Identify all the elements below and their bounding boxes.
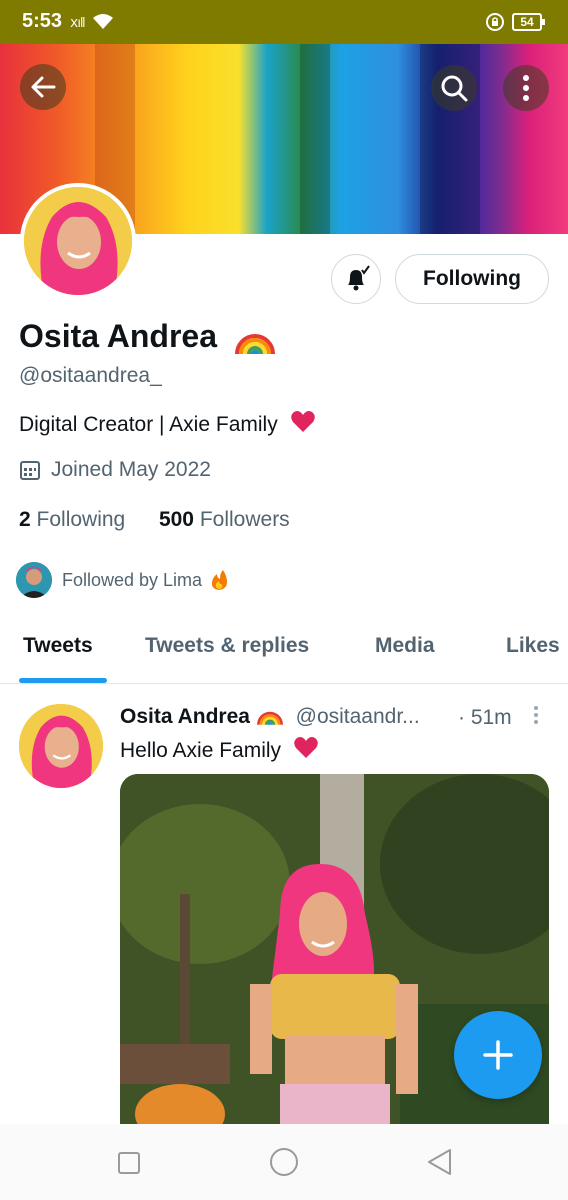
tweet-more-button[interactable]: [532, 704, 540, 728]
status-bar: 5:53 ⅹıll 54: [0, 0, 568, 44]
system-nav-bar: [0, 1124, 568, 1200]
following-label: Following: [36, 508, 126, 531]
tweet-timestamp[interactable]: · 51m: [458, 706, 512, 730]
back-button[interactable]: [20, 64, 66, 110]
tweet-avatar-image: [19, 704, 103, 788]
notification-bell-icon: [348, 265, 370, 291]
compose-tweet-button[interactable]: [454, 1011, 542, 1099]
followed-by-text: Followed by Lima: [62, 569, 203, 590]
joined-date: Joined May 2022: [19, 458, 211, 482]
calendar-icon: [20, 461, 40, 480]
profile-handle: @ositaandrea_: [19, 364, 162, 387]
tweet-header: Osita Andrea @ositaandr...: [120, 704, 420, 729]
more-dot-icon: [534, 706, 538, 710]
lock-rotation-icon: [486, 13, 504, 31]
tab-media[interactable]: Media: [375, 634, 435, 658]
nav-recents-icon[interactable]: [118, 1152, 140, 1174]
profile-tabs: Tweets Tweets & replies Media Likes: [0, 622, 568, 684]
profile-name: Osita Andrea: [19, 318, 276, 356]
battery-indicator: 54: [512, 13, 545, 31]
tab-tweets-replies[interactable]: Tweets & replies: [145, 634, 309, 658]
nav-back-icon[interactable]: [426, 1148, 452, 1176]
following-link[interactable]: 2 Following: [19, 508, 125, 531]
status-time: 5:53: [22, 10, 63, 32]
tweet-author-avatar[interactable]: [19, 704, 103, 788]
active-tab-indicator: [19, 678, 107, 683]
followed-by[interactable]: Followed by Lima: [16, 562, 230, 598]
profile-bio-text: Digital Creator | Axie Family: [19, 413, 278, 436]
tab-likes[interactable]: Likes: [506, 634, 560, 658]
more-dot-icon: [534, 720, 538, 724]
followers-count: 500: [158, 508, 194, 531]
back-arrow-icon: [31, 76, 56, 98]
search-icon: [441, 75, 468, 102]
tweet-text: Hello Axie Family: [120, 736, 319, 763]
followers-link[interactable]: 500 Followers: [159, 508, 290, 531]
more-options-button[interactable]: [503, 65, 549, 111]
compose-plus-icon: [483, 1040, 513, 1070]
signal-icon: ⅹıll: [70, 14, 85, 30]
rainbow-emoji-icon: [234, 333, 275, 355]
follow-counts: 2 Following 500 Followers: [19, 508, 290, 532]
tab-tweets[interactable]: Tweets: [23, 634, 93, 658]
follower-avatar: [16, 562, 52, 598]
following-count: 2: [19, 508, 31, 531]
heart-emoji-icon: [294, 737, 318, 758]
notifications-toggle-button[interactable]: [331, 254, 381, 304]
tweet-author-handle: @ositaandr...: [295, 705, 420, 728]
following-button[interactable]: Following: [395, 254, 549, 304]
followers-label: Followers: [199, 508, 290, 531]
fire-emoji-icon: [211, 570, 228, 590]
profile-bio: Digital Creator | Axie Family: [19, 410, 316, 437]
profile-name-text: Osita Andrea: [19, 318, 217, 354]
rainbow-emoji-icon: [256, 711, 283, 726]
avatar-image: [24, 187, 132, 295]
wifi-icon: [93, 14, 113, 29]
more-dot-icon: [534, 713, 538, 717]
joined-date-text: Joined May 2022: [51, 458, 211, 481]
tweet-author-name[interactable]: Osita Andrea: [120, 705, 250, 728]
more-vertical-icon: [523, 75, 529, 101]
profile-avatar[interactable]: [20, 183, 136, 299]
nav-home-icon[interactable]: [270, 1148, 298, 1176]
heart-emoji-icon: [290, 411, 315, 432]
tweet-text-content: Hello Axie Family: [120, 739, 282, 762]
search-button[interactable]: [431, 65, 477, 111]
